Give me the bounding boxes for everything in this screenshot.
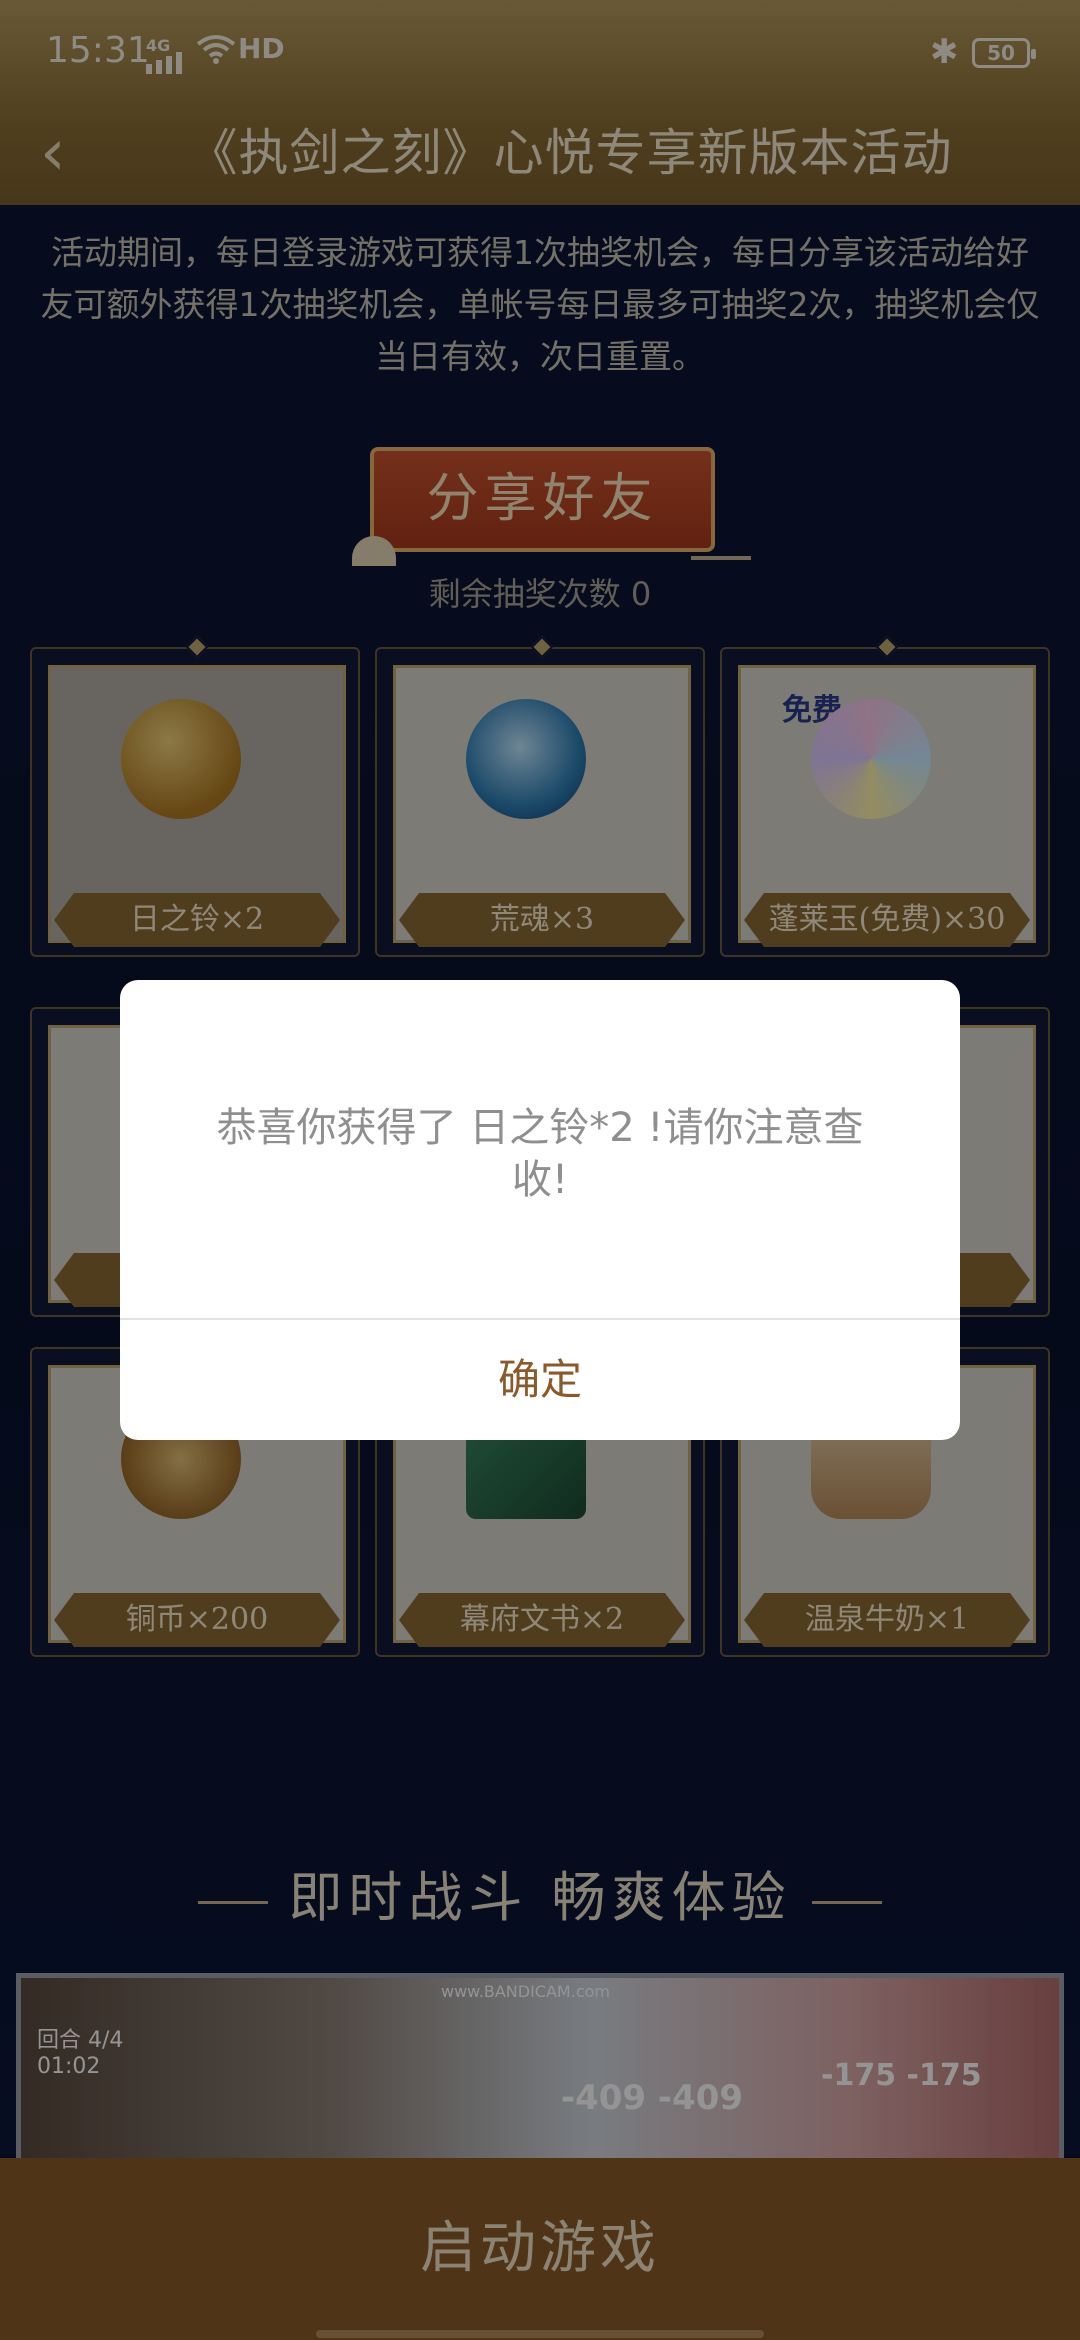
dialog-message: 恭喜你获得了 日之铃*2 !请你注意查收!	[216, 1105, 864, 1203]
reward-dialog: 恭喜你获得了 日之铃*2 !请你注意查收! 确定	[120, 980, 960, 1440]
confirm-button[interactable]: 确定	[120, 1320, 960, 1440]
